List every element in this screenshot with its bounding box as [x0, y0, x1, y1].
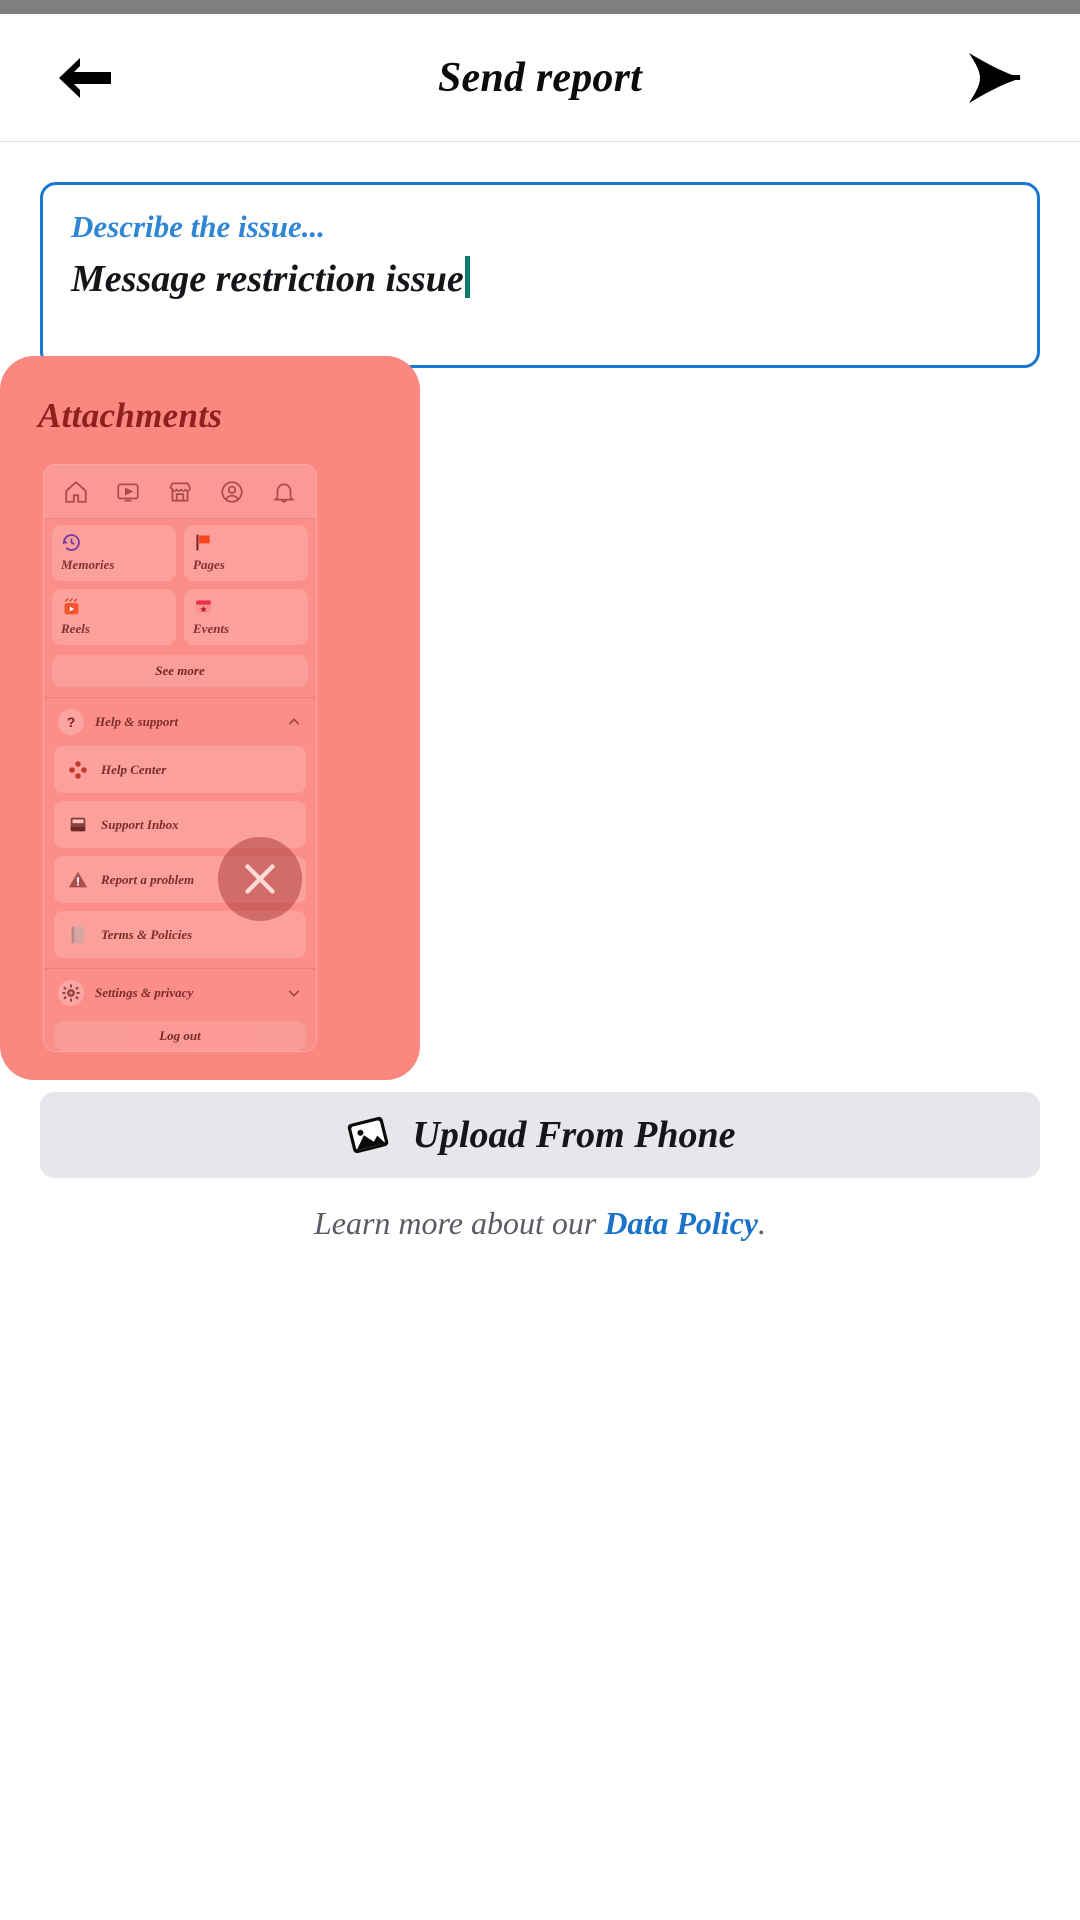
inbox-icon	[70, 817, 86, 831]
document-icon	[71, 926, 85, 943]
upload-from-phone-label: Upload From Phone	[412, 1114, 736, 1156]
chevron-down-icon	[288, 990, 300, 997]
chevron-up-icon	[288, 718, 300, 725]
data-policy-footer: Learn more about our Data Policy.	[0, 1205, 1080, 1242]
shortcut-memories[interactable]: Memories	[52, 525, 176, 581]
help-center-icon	[69, 760, 87, 779]
shortcut-label: Pages	[193, 557, 225, 572]
menu-item-help-center[interactable]: Help Center	[54, 746, 306, 793]
thumbnail-shortcut-grid: Memories Pages Reels Events	[44, 519, 316, 645]
describe-issue-label: Describe the issue...	[71, 209, 326, 244]
upload-from-phone-button[interactable]: Upload From Phone	[40, 1092, 1040, 1178]
menu-item-label: Terms & Policies	[101, 926, 193, 942]
page-title: Send report	[437, 54, 643, 101]
marketplace-icon	[169, 481, 191, 502]
shortcut-label: Reels	[61, 621, 90, 636]
shortcut-label: Events	[193, 621, 230, 636]
data-policy-link[interactable]: Data Policy	[604, 1205, 758, 1241]
see-more-button[interactable]: See more	[52, 655, 308, 687]
settings-privacy-section-header[interactable]: Settings & privacy	[44, 969, 316, 1017]
shortcut-pages[interactable]: Pages	[184, 525, 308, 581]
calendar-star-icon	[193, 596, 299, 618]
app-header: Send report	[0, 14, 1080, 142]
status-bar	[0, 0, 1080, 14]
profile-icon	[221, 480, 243, 503]
gear-icon	[58, 980, 84, 1006]
question-circle-icon: ?	[58, 709, 84, 735]
close-icon	[245, 864, 275, 894]
back-button[interactable]	[40, 33, 130, 123]
help-support-section-header[interactable]: ? Help & support	[44, 698, 316, 746]
thumbnail-tabbar	[44, 465, 316, 519]
help-support-label: Help & support	[95, 714, 179, 729]
attachment-thumbnail[interactable]: Memories Pages Reels Events See more ? H…	[43, 464, 317, 1052]
menu-item-label: Support Inbox	[101, 816, 179, 832]
shortcut-reels[interactable]: Reels	[52, 589, 176, 645]
attachments-title: Attachments	[38, 396, 223, 435]
describe-issue-value: Message restriction issue	[71, 258, 464, 301]
shortcut-label: Memories	[61, 557, 115, 572]
clock-history-icon	[61, 532, 167, 554]
describe-issue-input[interactable]: Describe the issue... Message restrictio…	[40, 182, 1040, 368]
logout-button[interactable]: Log out	[54, 1021, 306, 1051]
video-icon	[117, 483, 139, 502]
settings-privacy-label: Settings & privacy	[95, 985, 194, 1000]
notifications-icon	[273, 483, 295, 503]
remove-attachment-button[interactable]	[218, 837, 302, 921]
arrow-left-icon	[59, 57, 111, 98]
menu-item-label: Help Center	[101, 761, 167, 777]
send-icon	[969, 52, 1021, 103]
footer-text-before: Learn more about our	[313, 1205, 605, 1241]
text-caret	[464, 256, 470, 298]
warning-triangle-icon	[68, 871, 88, 887]
attachments-panel: Attachments Memories Pages Reels Events …	[0, 356, 420, 1080]
flag-icon	[193, 532, 299, 554]
reels-icon	[61, 596, 167, 618]
send-button[interactable]	[950, 33, 1040, 123]
menu-item-label: Report a problem	[101, 871, 195, 887]
shortcut-events[interactable]: Events	[184, 589, 308, 645]
image-icon	[348, 1116, 389, 1154]
footer-text-after: .	[758, 1205, 767, 1241]
home-icon	[65, 480, 87, 503]
